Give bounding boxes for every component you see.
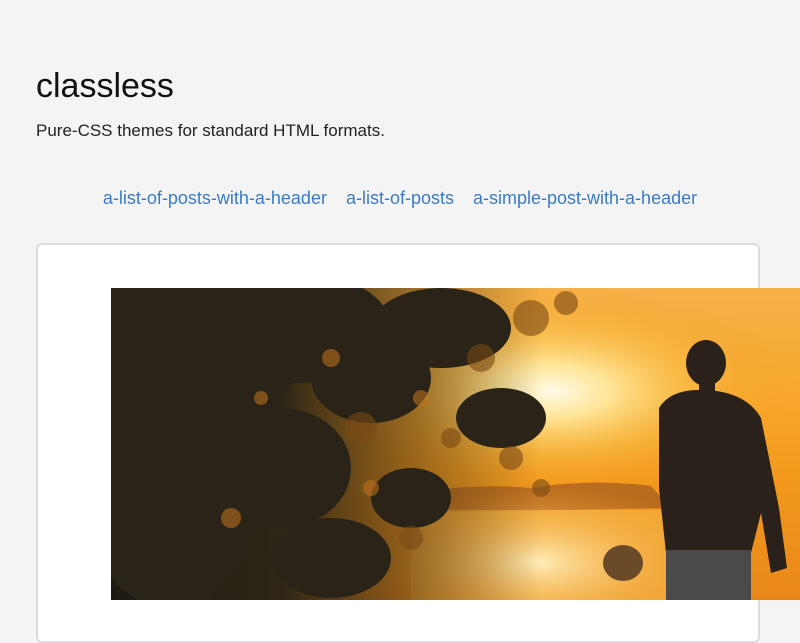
site-tagline: Pure-CSS themes for standard HTML format… [36, 121, 385, 140]
site-header: classless Pure-CSS themes for standard H… [36, 64, 736, 142]
nav-link-list-of-posts[interactable]: a-list-of-posts [346, 188, 454, 208]
hero-image [111, 288, 800, 600]
nav-link-list-of-posts-with-header[interactable]: a-list-of-posts-with-a-header [103, 188, 327, 208]
nav-link-simple-post-with-header[interactable]: a-simple-post-with-a-header [473, 188, 697, 208]
site-title: classless [36, 67, 174, 105]
sunset-photo [111, 288, 800, 600]
theme-nav: a-list-of-posts-with-a-header a-list-of-… [0, 186, 800, 210]
